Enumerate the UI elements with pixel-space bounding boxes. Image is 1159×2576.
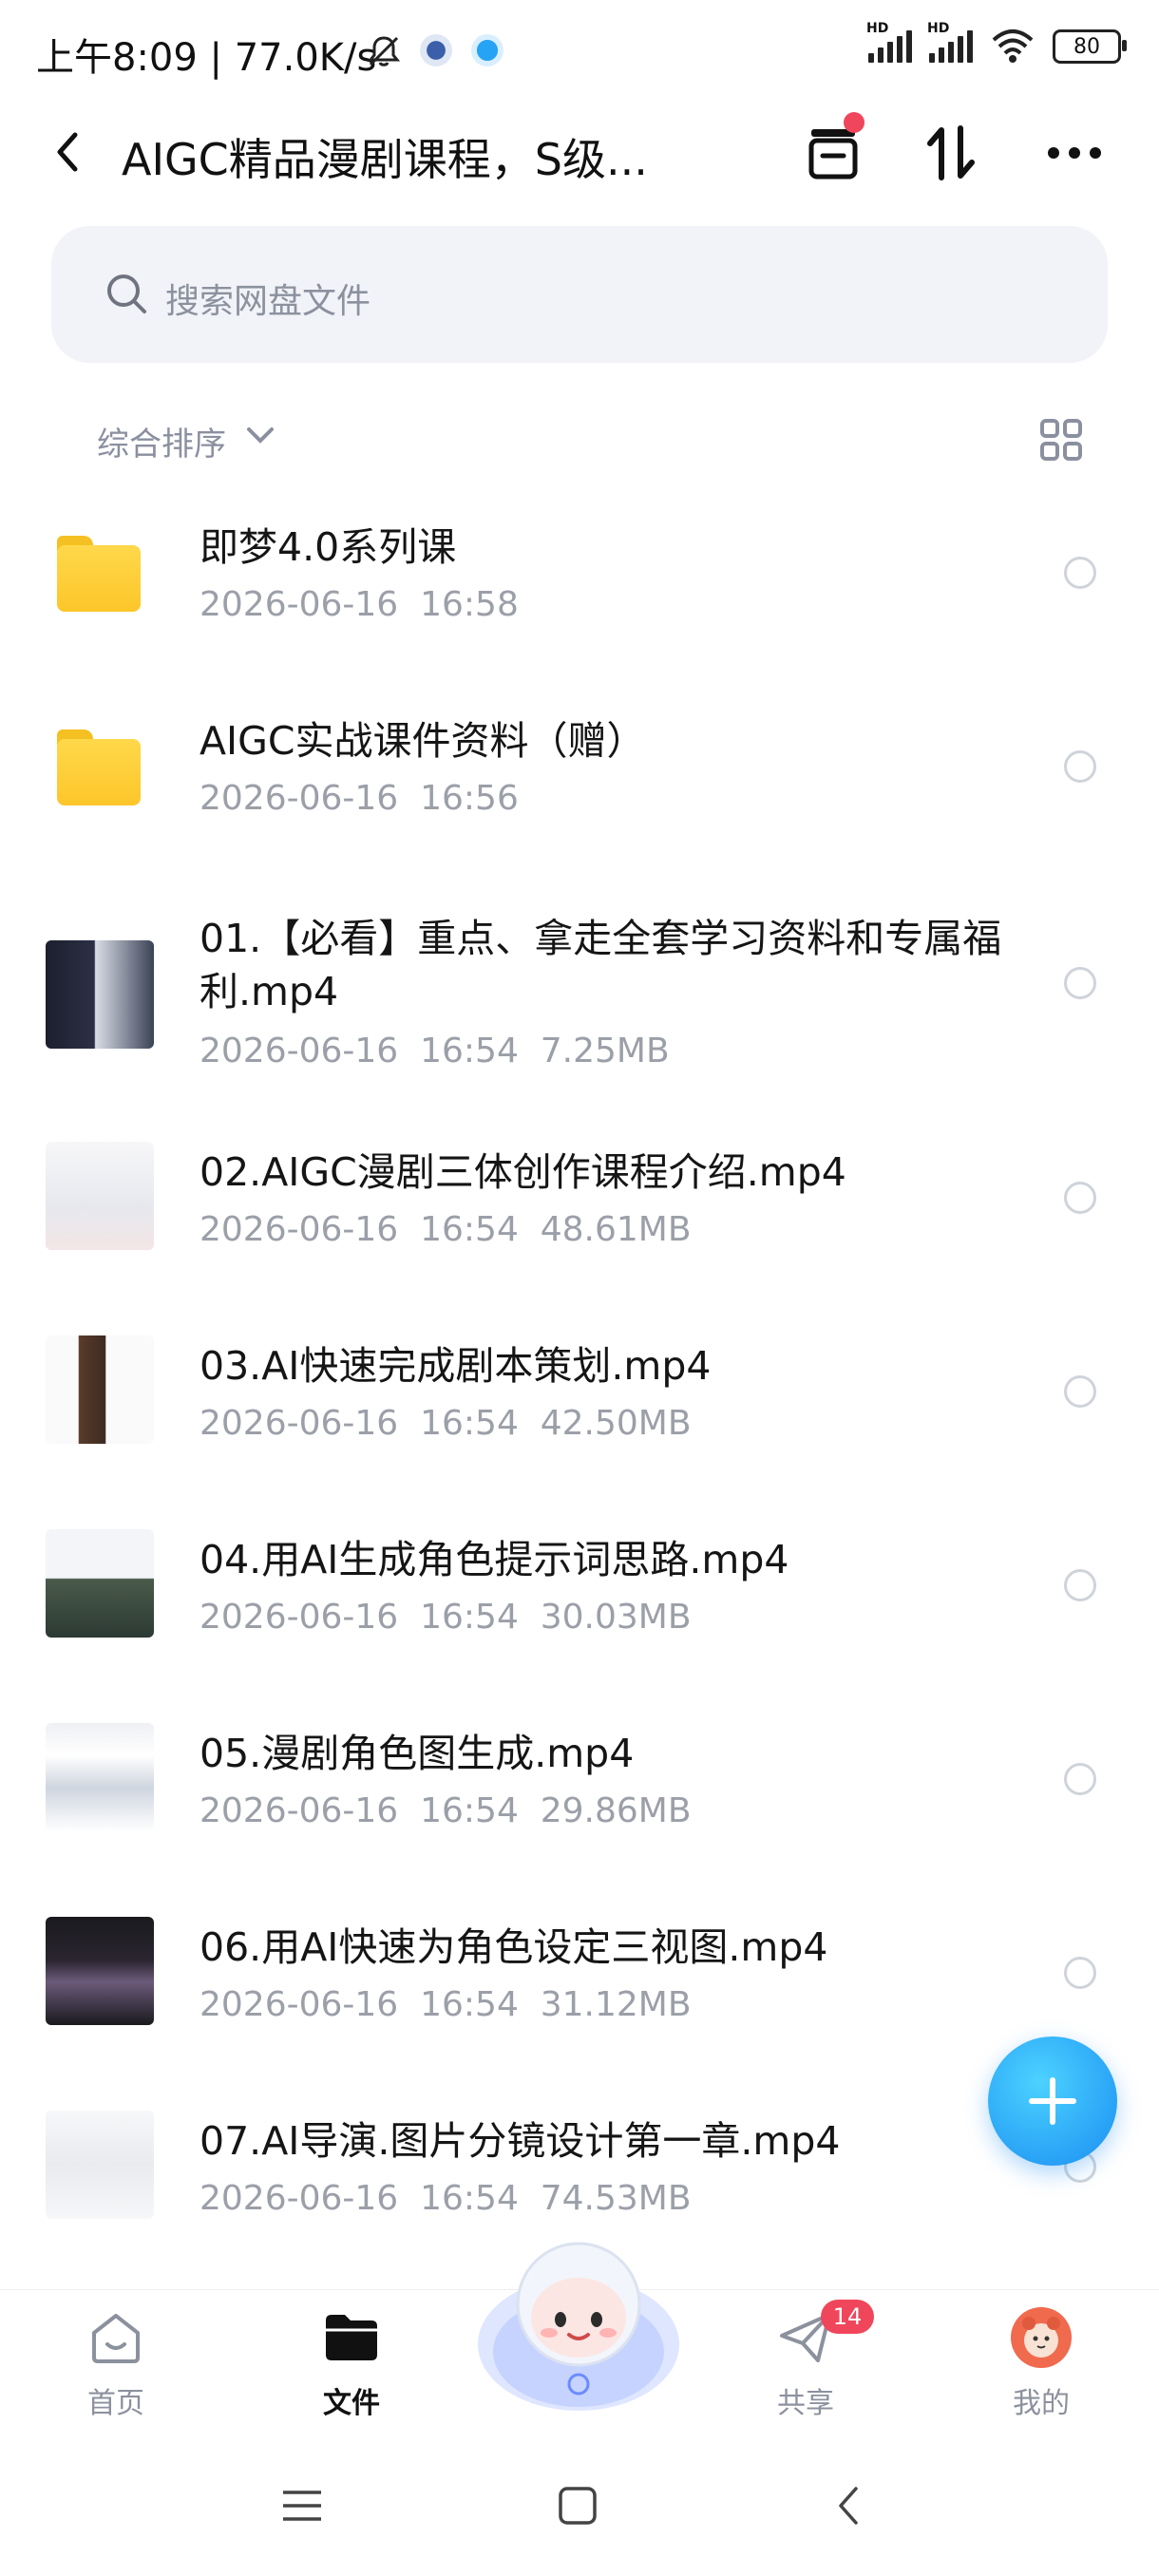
folder-filled-icon [326, 2315, 377, 2360]
file-name: 01.【必看】重点、拿走全套学习资料和专属福利.mp4 [200, 916, 1002, 1014]
share-badge: 14 [821, 2300, 874, 2334]
home-icon [92, 2314, 140, 2363]
mascot-icon [478, 2242, 679, 2411]
app-bar: AIGC精品漫剧课程，S级... [0, 104, 1159, 199]
select-checkbox[interactable] [1064, 557, 1096, 589]
recents-button[interactable] [274, 2477, 331, 2534]
folder-icon [57, 729, 141, 805]
file-meta: 2026-06-16 16:54 42.50MB [200, 1404, 692, 1443]
sort-bar: 综合排序 [0, 408, 1159, 471]
ai-assistant-button[interactable] [473, 2230, 684, 2420]
select-checkbox[interactable] [1064, 1569, 1096, 1601]
status-bar: 上午8:09 | 77.0K/s HD HD 80 [0, 0, 1159, 104]
inbox-icon [808, 129, 858, 180]
sort-dropdown[interactable]: 综合排序 [97, 418, 226, 464]
tab-me[interactable]: 我的 [965, 2305, 1117, 2421]
search-icon [107, 275, 146, 313]
transfer-button[interactable] [800, 112, 866, 186]
status-time-speed: 上午8:09 | 77.0K/s [36, 36, 377, 80]
more-button[interactable] [1041, 120, 1108, 186]
signal-icon-2: HD [927, 21, 973, 63]
tab-share-label: 共享 [777, 2387, 834, 2420]
tab-home[interactable]: 首页 [40, 2305, 192, 2421]
chevron-left-icon [57, 132, 78, 172]
wifi-icon [992, 29, 1034, 63]
select-checkbox[interactable] [1064, 967, 1096, 999]
back-nav-button[interactable] [821, 2477, 878, 2534]
search-input[interactable]: 搜索网盘文件 [51, 226, 1108, 363]
chevron-left-icon [839, 2487, 858, 2525]
video-thumbnail [46, 2111, 154, 2219]
home-button[interactable] [549, 2477, 606, 2534]
file-name: AIGC实战课件资料（赠） [200, 718, 646, 764]
grid-view-icon[interactable] [1039, 418, 1083, 462]
file-name: 02.AIGC漫剧三体创作课程介绍.mp4 [200, 1149, 846, 1195]
file-meta: 2026-06-16 16:54 31.12MB [200, 1985, 692, 2024]
file-meta: 2026-06-16 16:54 7.25MB [200, 1032, 670, 1070]
tab-home-label: 首页 [87, 2387, 144, 2420]
file-name: 05.漫剧角色图生成.mp4 [200, 1731, 635, 1776]
tab-files-label: 文件 [323, 2387, 380, 2420]
file-meta: 2026-06-16 16:54 48.61MB [200, 1210, 692, 1249]
file-meta: 2026-06-16 16:54 29.86MB [200, 1791, 692, 1830]
plus-icon [1029, 2077, 1076, 2125]
video-thumbnail [46, 1335, 154, 1444]
select-checkbox[interactable] [1064, 750, 1096, 783]
tab-share[interactable]: 14 共享 [730, 2300, 882, 2421]
video-thumbnail [46, 1723, 154, 1831]
sort-order-button[interactable] [918, 120, 984, 186]
chevron-down-icon[interactable] [243, 422, 277, 448]
square-icon [559, 2487, 597, 2525]
file-name: 03.AI快速完成剧本策划.mp4 [200, 1343, 712, 1389]
tab-files[interactable]: 文件 [276, 2305, 428, 2421]
signal-icon-1: HD [866, 21, 912, 63]
menu-icon [283, 2491, 321, 2521]
file-name: 04.用AI生成角色提示词思路.mp4 [200, 1537, 789, 1582]
select-checkbox[interactable] [1064, 1182, 1096, 1214]
video-thumbnail [46, 1917, 154, 2025]
file-meta: 2026-06-16 16:54 30.03MB [200, 1598, 692, 1637]
folder-icon [57, 536, 141, 612]
video-thumbnail [46, 940, 154, 1049]
select-checkbox[interactable] [1064, 1375, 1096, 1408]
select-checkbox[interactable] [1064, 1763, 1096, 1795]
select-checkbox[interactable] [1064, 1957, 1096, 1989]
bell-muted-icon [367, 36, 401, 66]
avatar [1011, 2307, 1072, 2368]
video-thumbnail [46, 1142, 154, 1250]
system-navigation-bar [0, 2441, 1159, 2576]
swap-vertical-icon [927, 125, 975, 180]
file-name: 07.AI导演.图片分镜设计第一章.mp4 [200, 2118, 841, 2164]
file-name: 06.用AI快速为角色设定三视图.mp4 [200, 1924, 828, 1970]
tab-me-label: 我的 [1013, 2387, 1070, 2420]
notification-dot [844, 112, 864, 133]
back-button[interactable] [38, 123, 95, 180]
file-meta: 2026-06-16 16:54 74.53MB [200, 2179, 692, 2218]
file-meta: 2026-06-16 16:58 [200, 585, 519, 624]
video-thumbnail [46, 1529, 154, 1638]
file-meta: 2026-06-16 16:56 [200, 779, 519, 818]
search-placeholder: 搜索网盘文件 [165, 282, 371, 321]
page-title: AIGC精品漫剧课程，S级... [122, 134, 648, 185]
add-button[interactable] [988, 2036, 1117, 2166]
file-name: 即梦4.0系列课 [200, 524, 457, 570]
more-horizontal-icon [1048, 147, 1101, 159]
app-notification-icon [420, 34, 452, 66]
battery-indicator: 80 [1053, 29, 1127, 64]
upload-notification-icon [471, 34, 504, 66]
